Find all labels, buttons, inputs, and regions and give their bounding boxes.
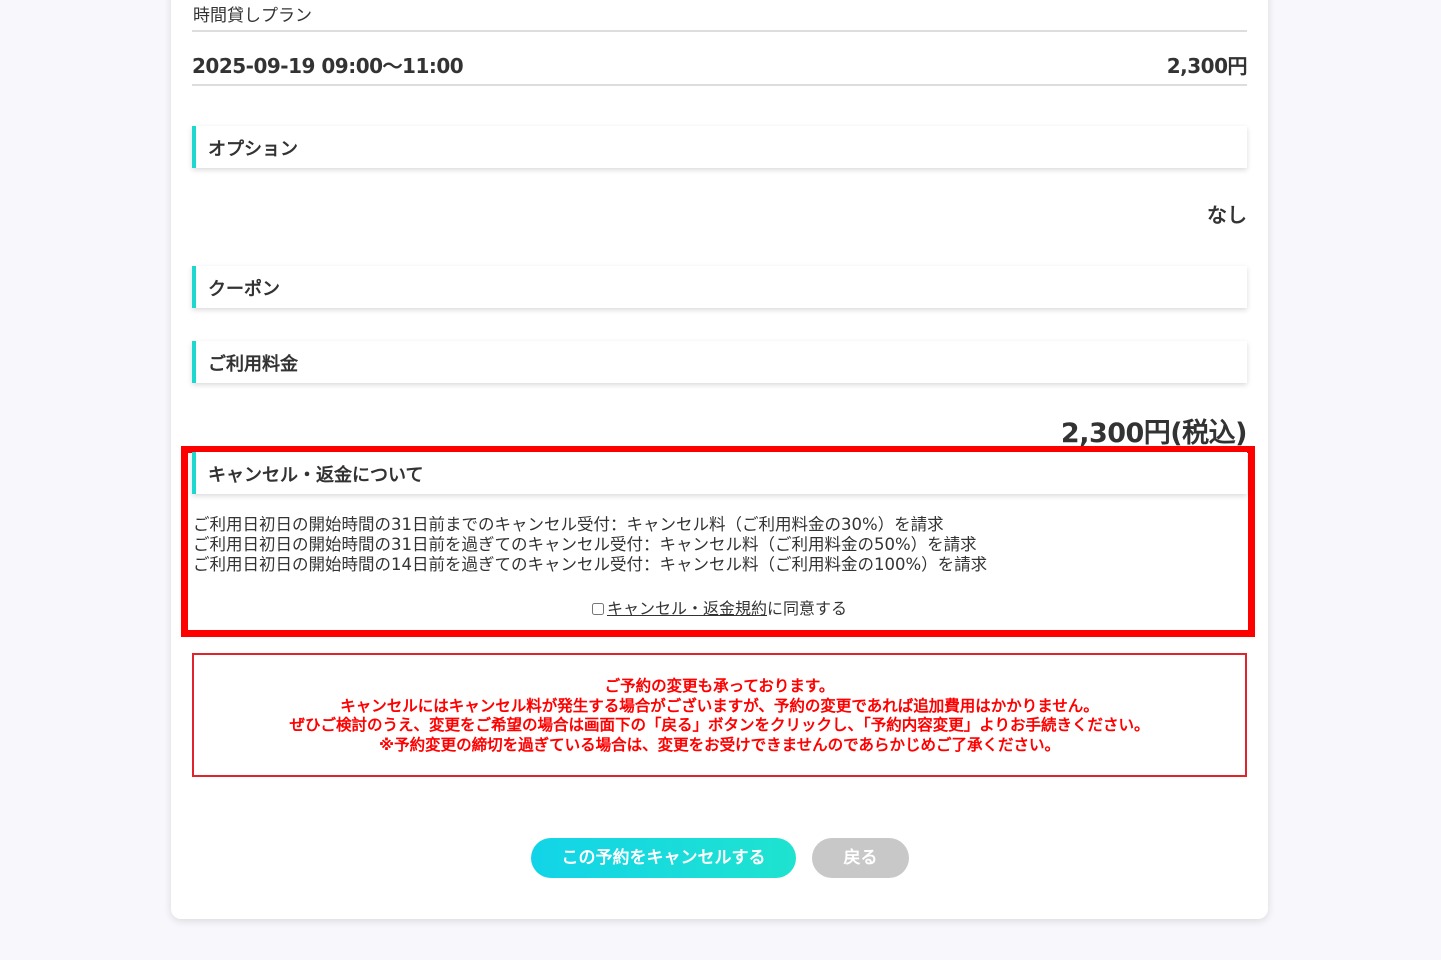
total-price: 2,300円(税込): [1060, 418, 1248, 449]
cancel-reservation-button[interactable]: この予約をキャンセルする: [531, 838, 796, 878]
section-header-cancel: キャンセル・返金について: [192, 452, 1247, 494]
divider: [192, 30, 1247, 32]
cancel-policy-link[interactable]: キャンセル・返金規約: [607, 599, 767, 618]
divider: [192, 84, 1247, 86]
cancel-policy-text: ご利用日初日の開始時間の31日前までのキャンセル受付：キャンセル料（ご利用料金の…: [193, 515, 987, 575]
agree-row: キャンセル・返金規約に同意する: [171, 595, 1268, 619]
section-title: キャンセル・返金について: [208, 465, 424, 486]
policy-line: ご利用日初日の開始時間の31日前までのキャンセル受付：キャンセル料（ご利用料金の…: [193, 515, 944, 534]
change-notice: ご予約の変更も承っております。 キャンセルにはキャンセル料が発生する場合がござい…: [192, 653, 1247, 777]
reservation-datetime: 2025-09-19 09:00〜11:00: [192, 54, 464, 78]
section-title: オプション: [208, 139, 298, 160]
reservation-row: 2025-09-19 09:00〜11:00 2,300円: [192, 50, 1248, 79]
plan-name: 時間貸しプラン: [193, 6, 312, 26]
agree-label: に同意する: [767, 599, 848, 618]
agree-checkbox[interactable]: [591, 603, 604, 615]
notice-line: ※予約変更の締切を過ぎている場合は、変更をお受けできませんのであらかじめご了承く…: [379, 735, 1060, 754]
notice-line: ご予約の変更も承っております。: [604, 677, 835, 695]
policy-line: ご利用日初日の開始時間の14日前を過ぎてのキャンセル受付：キャンセル料（ご利用料…: [193, 555, 988, 574]
section-header-option: オプション: [192, 126, 1247, 168]
section-header-fee: ご利用料金: [192, 341, 1247, 383]
option-value: なし: [1207, 203, 1247, 227]
policy-line: ご利用日初日の開始時間の31日前を過ぎてのキャンセル受付：キャンセル料（ご利用料…: [193, 535, 977, 554]
reservation-card: 時間貸しプラン 2025-09-19 09:00〜11:00 2,300円 オプ…: [171, 0, 1268, 919]
back-button[interactable]: 戻る: [812, 838, 909, 878]
notice-line: ぜひご検討のうえ、変更をご希望の場合は画面下の「戻る」ボタンをクリックし、「予約…: [289, 716, 1150, 734]
section-title: クーポン: [208, 279, 280, 300]
section-title: ご利用料金: [208, 354, 298, 375]
reservation-price: 2,300円: [1166, 54, 1248, 78]
notice-line: キャンセルにはキャンセル料が発生する場合がございますが、予約の変更であれば追加費…: [340, 696, 1099, 715]
section-header-coupon: クーポン: [192, 266, 1247, 308]
